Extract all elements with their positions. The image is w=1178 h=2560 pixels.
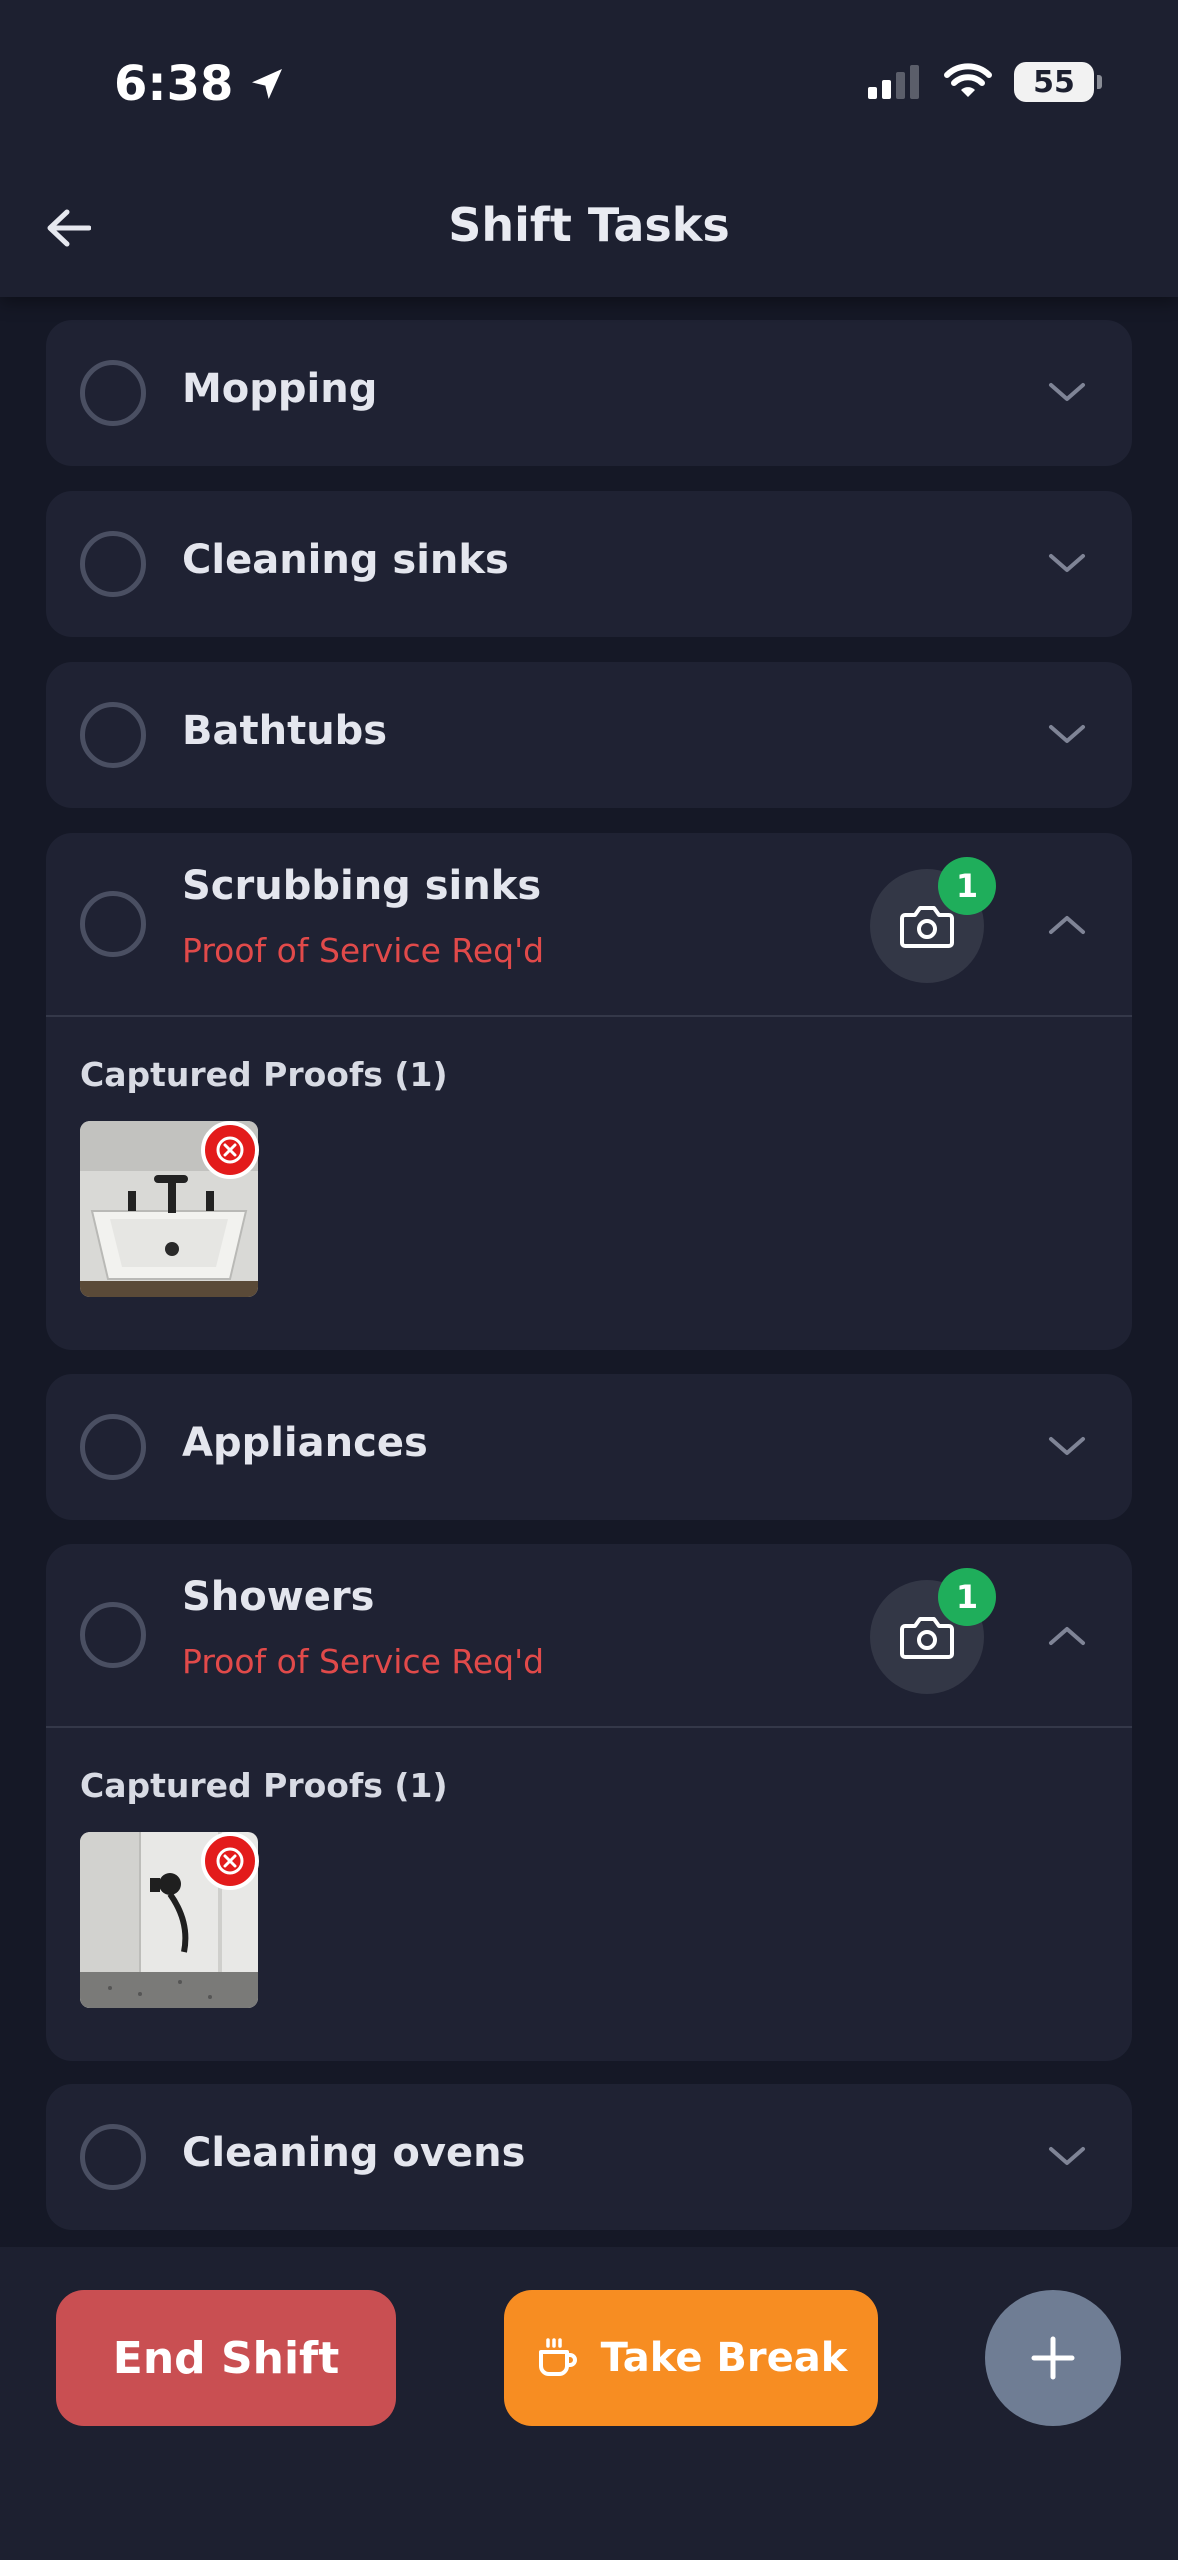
proof-required-text: Proof of Service Req'd xyxy=(182,1642,545,1681)
chevron-down-icon[interactable] xyxy=(1042,1422,1092,1472)
chevron-down-icon[interactable] xyxy=(1042,710,1092,760)
task-checkbox[interactable] xyxy=(80,1414,146,1480)
signal-icon xyxy=(868,65,919,99)
task-card-cleaning-sinks[interactable]: Cleaning sinks xyxy=(46,491,1132,637)
coffee-icon xyxy=(538,2338,577,2376)
task-title: Cleaning sinks xyxy=(182,537,509,583)
camera-icon xyxy=(900,1617,954,1659)
task-header[interactable]: Bathtubs xyxy=(46,662,1132,808)
task-header[interactable]: Cleaning sinks xyxy=(46,491,1132,637)
remove-icon xyxy=(216,1847,244,1875)
take-break-label: Take Break xyxy=(600,2335,848,2381)
task-card-appliances[interactable]: Appliances xyxy=(46,1374,1132,1520)
battery-level: 55 xyxy=(1033,64,1075,100)
captured-proofs-label: Captured Proofs (1) xyxy=(80,1766,448,1805)
task-checkbox[interactable] xyxy=(80,360,146,426)
status-time-text: 6:38 xyxy=(114,56,234,112)
task-header[interactable]: Appliances xyxy=(46,1374,1132,1520)
task-header[interactable]: Scrubbing sinks Proof of Service Req'd 1 xyxy=(46,833,1132,1015)
captured-proofs-label: Captured Proofs (1) xyxy=(80,1055,448,1094)
chevron-down-icon[interactable] xyxy=(1042,368,1092,418)
task-checkbox[interactable] xyxy=(80,702,146,768)
plus-icon xyxy=(1031,2336,1075,2380)
location-arrow-icon xyxy=(252,69,283,99)
task-title: Bathtubs xyxy=(182,708,388,754)
page-title: Shift Tasks xyxy=(448,198,730,252)
task-header[interactable]: Mopping xyxy=(46,320,1132,466)
task-header[interactable]: Cleaning ovens xyxy=(46,2084,1132,2230)
task-title: Scrubbing sinks xyxy=(182,863,542,909)
task-checkbox[interactable] xyxy=(80,1602,146,1668)
add-button[interactable] xyxy=(985,2290,1121,2426)
task-checkbox[interactable] xyxy=(80,891,146,957)
remove-proof-button[interactable] xyxy=(201,1832,259,1890)
proof-required-text: Proof of Service Req'd xyxy=(182,931,545,970)
task-card-bathtubs[interactable]: Bathtubs xyxy=(46,662,1132,808)
task-card-mopping[interactable]: Mopping xyxy=(46,320,1132,466)
task-title: Mopping xyxy=(182,366,378,412)
task-title: Cleaning ovens xyxy=(182,2130,526,2176)
battery-icon: 55 xyxy=(1014,62,1102,102)
top-bar: 6:38 55 Shift Tasks xyxy=(0,0,1178,297)
status-time: 6:38 xyxy=(114,56,287,112)
take-break-button[interactable]: Take Break xyxy=(504,2290,878,2426)
divider xyxy=(46,1726,1132,1728)
task-card-scrubbing-sinks[interactable]: Scrubbing sinks Proof of Service Req'd 1… xyxy=(46,833,1132,1350)
task-checkbox[interactable] xyxy=(80,531,146,597)
wifi-icon xyxy=(944,63,992,97)
chevron-down-icon[interactable] xyxy=(1042,2132,1092,2182)
proof-count-badge: 1 xyxy=(938,857,996,915)
chevron-down-icon[interactable] xyxy=(1042,539,1092,589)
divider xyxy=(46,1015,1132,1017)
task-title: Appliances xyxy=(182,1420,428,1466)
chevron-up-icon[interactable] xyxy=(1042,1610,1092,1660)
end-shift-button[interactable]: End Shift xyxy=(56,2290,396,2426)
task-checkbox[interactable] xyxy=(80,2124,146,2190)
remove-proof-button[interactable] xyxy=(201,1121,259,1179)
chevron-up-icon[interactable] xyxy=(1042,899,1092,949)
remove-icon xyxy=(216,1136,244,1164)
task-header[interactable]: Showers Proof of Service Req'd 1 xyxy=(46,1544,1132,1726)
task-card-showers[interactable]: Showers Proof of Service Req'd 1 Capture… xyxy=(46,1544,1132,2061)
task-card-cleaning-ovens[interactable]: Cleaning ovens xyxy=(46,2084,1132,2230)
proof-count-badge: 1 xyxy=(938,1568,996,1626)
status-indicators: 55 xyxy=(866,62,1102,102)
camera-icon xyxy=(900,906,954,948)
task-title: Showers xyxy=(182,1574,375,1620)
